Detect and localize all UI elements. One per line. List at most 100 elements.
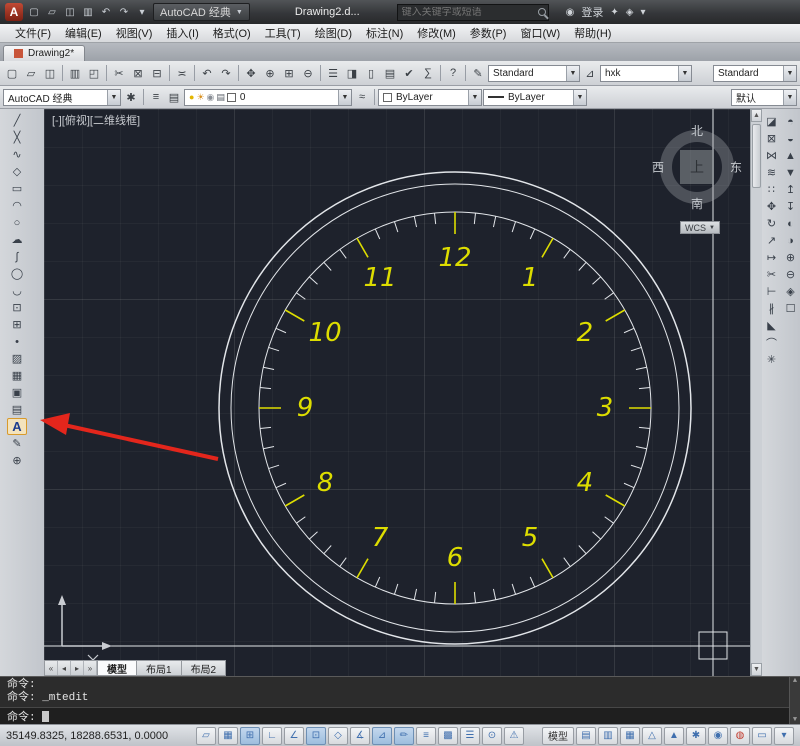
exchange-apps-icon[interactable]: ✦ (610, 7, 618, 18)
snap-mode-toggle[interactable]: ▦ (218, 726, 238, 745)
offset-icon[interactable]: ≋ (762, 164, 782, 181)
coordinate-readout[interactable]: 35149.8325, 18288.6531, 0.0000 (6, 730, 194, 742)
viewcube-west-label[interactable]: 西 (652, 159, 664, 176)
fillet-icon[interactable]: ⌒ (762, 334, 782, 351)
gradient-icon[interactable]: ▦ (7, 367, 27, 384)
dim-style-icon[interactable]: ⊿ (581, 64, 599, 82)
open-file-icon[interactable]: ▱ (44, 4, 60, 20)
inspect-icon[interactable]: ◐ (781, 215, 800, 232)
selection-cycling-toggle[interactable]: ⊙ (482, 726, 502, 745)
chevron-down-icon[interactable]: ▼ (566, 65, 579, 81)
new-file-icon[interactable]: ▢ (26, 4, 42, 20)
3d-object-snap-toggle[interactable]: ◇ (328, 726, 348, 745)
chevron-down-icon[interactable]: ▼ (338, 89, 351, 105)
scroll-down-icon[interactable]: ▼ (751, 663, 762, 676)
layout-nav-icon[interactable]: « (45, 661, 58, 675)
layout-nav-icon[interactable]: ◂ (58, 661, 71, 675)
send-to-back-icon[interactable]: ◒ (781, 130, 800, 147)
model-space-button[interactable]: 模型 (542, 726, 574, 745)
quickcalc-icon[interactable]: ∑ (419, 64, 437, 82)
circle-icon[interactable]: ○ (7, 214, 27, 231)
chevron-down-icon[interactable]: ▼ (678, 65, 691, 81)
markup-icon[interactable]: ✔ (400, 64, 418, 82)
arc-icon[interactable]: ◠ (7, 197, 27, 214)
save-icon[interactable]: ◫ (62, 4, 78, 20)
erase-icon[interactable]: ◪ (762, 113, 782, 130)
command-scrollbar[interactable]: ▲ ▼ (789, 677, 800, 724)
text-style-combo[interactable]: Standard ▼ (488, 64, 580, 82)
move-icon[interactable]: ✥ (762, 198, 782, 215)
hardware-acceleration-icon[interactable]: ◍ (730, 726, 750, 745)
transparency-toggle[interactable]: ▩ (438, 726, 458, 745)
canvas-vertical-scrollbar[interactable]: ▲ ▼ (750, 109, 762, 676)
chevron-down-icon[interactable]: ▼ (783, 89, 796, 105)
dynamic-ucs-toggle[interactable]: ⊿ (372, 726, 392, 745)
workspace-switch-icon[interactable]: ✱ (686, 726, 706, 745)
menu-item-10[interactable]: 窗口(W) (513, 23, 567, 43)
viewcube-south-label[interactable]: 南 (691, 195, 703, 212)
viewport-controls[interactable]: [-][俯视][二维线框] (52, 112, 140, 128)
layout-nav-icon[interactable]: » (84, 661, 97, 675)
layout-tab-模型[interactable]: 模型 (97, 661, 136, 676)
scrollbar-track[interactable] (751, 122, 762, 663)
menu-item-4[interactable]: 格式(O) (206, 23, 258, 43)
object-snap-toggle[interactable]: ⊡ (306, 726, 326, 745)
quick-view-drawings-icon[interactable]: ▦ (620, 726, 640, 745)
plot-icon[interactable]: ▥ (66, 64, 84, 82)
menu-item-3[interactable]: 插入(I) (159, 23, 205, 43)
signin-button[interactable]: 登录 (581, 4, 603, 20)
viewcube-top-face[interactable]: 上 (680, 150, 714, 184)
menu-item-0[interactable]: 文件(F) (8, 23, 58, 43)
chevron-down-icon[interactable]: ▼ (107, 89, 120, 105)
construction-line-icon[interactable]: ╳ (7, 129, 27, 146)
properties-icon[interactable]: ☰ (324, 64, 342, 82)
chevron-down-icon[interactable]: ▼ (468, 89, 481, 105)
revision-cloud-icon[interactable]: ☁ (7, 231, 27, 248)
layer-on-icon[interactable]: ● (189, 92, 194, 102)
ellipse-icon[interactable]: ◯ (7, 265, 27, 282)
zoom-window-icon[interactable]: ⊞ (280, 64, 298, 82)
make-object-layer-current-icon[interactable]: ≈ (353, 88, 371, 106)
zoom-realtime-icon[interactable]: ⊕ (261, 64, 279, 82)
color-combo[interactable]: ByLayer ▼ (378, 88, 482, 106)
layout-tab-布局1[interactable]: 布局1 (136, 661, 181, 676)
designcenter-icon[interactable]: ◨ (343, 64, 361, 82)
array-icon[interactable]: ∷ (762, 181, 782, 198)
object-snap-tracking-toggle[interactable]: ∡ (350, 726, 370, 745)
viewcube[interactable]: 上 北 南 西 东 (652, 122, 742, 212)
bring-above-icon[interactable]: ▲ (781, 147, 800, 164)
app-logo[interactable]: A (5, 3, 23, 21)
layout-icon[interactable]: ▤ (576, 726, 596, 745)
annotation-monitor-toggle[interactable]: ⚠ (504, 726, 524, 745)
open-icon[interactable]: ▱ (22, 64, 40, 82)
explode-icon[interactable]: ✳ (762, 351, 782, 368)
scroll-down-icon[interactable]: ▼ (793, 716, 797, 724)
command-input[interactable]: 命令: (0, 707, 789, 724)
region-icon[interactable]: ▣ (7, 384, 27, 401)
scale-icon[interactable]: ↗ (762, 232, 782, 249)
layout-nav-icon[interactable]: ▸ (71, 661, 84, 675)
linetype-combo[interactable]: ByLayer ▼ (483, 88, 587, 106)
cut-icon[interactable]: ✂ (110, 64, 128, 82)
layer-combo[interactable]: ● ☀ ◉ ▤ 0 ▼ (184, 88, 352, 106)
grid-display-toggle[interactable]: ⊞ (240, 726, 260, 745)
workspace-combo[interactable]: AutoCAD 经典 ▼ (3, 88, 121, 106)
scroll-up-icon[interactable]: ▲ (793, 677, 797, 685)
point-icon[interactable]: • (7, 333, 27, 350)
plot-preview-icon[interactable]: ◰ (85, 64, 103, 82)
chevron-down-icon[interactable]: ▼ (573, 89, 586, 105)
zoom-previous-icon[interactable]: ⊖ (299, 64, 317, 82)
cleanscreen-icon[interactable]: ▭ (752, 726, 772, 745)
stay-connected-icon[interactable]: ◈ (626, 7, 634, 18)
viewcube-east-label[interactable]: 东 (730, 159, 742, 176)
polyline-icon[interactable]: ∿ (7, 146, 27, 163)
default-style-combo[interactable]: 默认 ▼ (731, 88, 797, 106)
copy-icon[interactable]: ⊠ (762, 130, 782, 147)
stretch-icon[interactable]: ↦ (762, 249, 782, 266)
send-under-icon[interactable]: ▼ (781, 164, 800, 181)
undo-icon[interactable]: ↶ (198, 64, 216, 82)
redo-icon[interactable]: ↷ (116, 4, 132, 20)
quick-properties-toggle[interactable]: ☰ (460, 726, 480, 745)
pan-icon[interactable]: ✥ (242, 64, 260, 82)
menu-item-2[interactable]: 视图(V) (109, 23, 160, 43)
